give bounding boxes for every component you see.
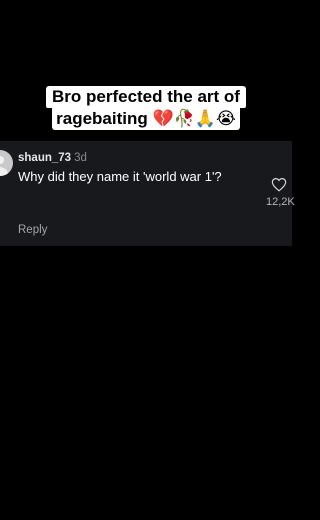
like-control[interactable]: 12,2K xyxy=(266,177,296,209)
comment-username[interactable]: shaun_73 xyxy=(18,152,71,164)
heart-outline-icon[interactable] xyxy=(271,177,287,192)
caption-overlay: Bro perfected the art of ragebaiting 💔🥀🙏… xyxy=(0,86,292,130)
caption-line-2: ragebaiting 💔🥀🙏😭 xyxy=(52,108,240,130)
comment-text: Why did they name it 'world war 1'? xyxy=(18,169,222,184)
like-count: 12,2K xyxy=(266,196,295,208)
avatar-body-shape xyxy=(0,167,8,176)
caption-line-1: Bro perfected the art of xyxy=(46,86,246,108)
reply-button[interactable]: Reply xyxy=(18,223,47,237)
comment-card: shaun_73 3d Why did they name it 'world w… xyxy=(0,141,295,246)
comment-time: 3d xyxy=(74,152,87,164)
comment-meta: shaun_73 3d xyxy=(18,151,87,165)
avatar-head-shape xyxy=(0,156,4,164)
user-avatar[interactable] xyxy=(0,150,13,176)
